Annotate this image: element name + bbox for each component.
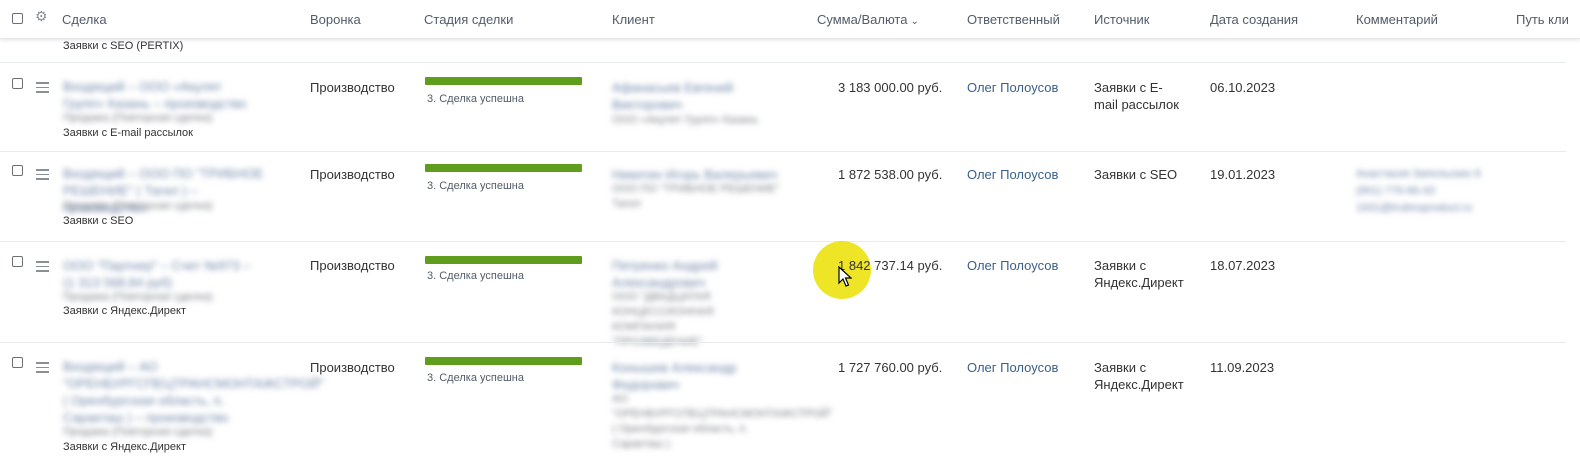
mouse-cursor-icon: [838, 266, 852, 287]
responsible-link[interactable]: Олег Полоусов: [967, 79, 1058, 96]
row-checkbox[interactable]: [12, 357, 23, 368]
gear-icon[interactable]: ⚙: [35, 9, 48, 23]
row-divider: [0, 62, 1580, 63]
stage-label: 3. Сделка успешна: [427, 372, 524, 384]
client-company: ООО «Акулят Групп» Казань: [612, 114, 759, 126]
funnel-value: Производство: [310, 360, 395, 375]
column-header-path[interactable]: Путь кли: [1516, 12, 1569, 27]
column-header-amount[interactable]: Сумма/Валюта ⌄: [817, 12, 919, 27]
amount-value: 1 872 538.00 руб.: [838, 167, 943, 182]
funnel-value: Производство: [310, 167, 395, 182]
deal-source: Заявки с Яндекс.Директ: [63, 305, 186, 317]
row-checkbox[interactable]: [12, 165, 23, 176]
created-date: 06.10.2023: [1210, 80, 1276, 95]
deal-title-link[interactable]: Входящий – АО "ОРЕНБУРГСПЕЦТРАНСМОНТАЖСТ…: [63, 358, 324, 426]
drag-handle-icon[interactable]: [36, 169, 49, 183]
row-divider: [0, 342, 1580, 343]
column-header-created[interactable]: Дата создания: [1210, 12, 1298, 27]
select-all-checkbox[interactable]: [12, 13, 23, 24]
deal-source: Заявки с E-mail рассылок: [63, 127, 193, 139]
deal-meta: Продажа (Повторная сделка): [63, 112, 213, 124]
chevron-down-icon[interactable]: ⌄: [910, 16, 918, 27]
right-edge-shadow: [1566, 40, 1580, 467]
funnel-value: Производство: [310, 80, 395, 95]
stage-label: 3. Сделка успешна: [427, 93, 524, 105]
drag-handle-icon[interactable]: [36, 362, 49, 376]
client-company: АО "ОРЕНБУРГСПЕЦТРАНСМОНТАЖСТРОЙ" ( Орен…: [612, 393, 833, 450]
row-checkbox[interactable]: [12, 78, 23, 89]
created-date: 19.01.2023: [1210, 167, 1276, 182]
stage-progress-bar[interactable]: [425, 164, 582, 172]
client-name-link[interactable]: Афанасьев Евгений Викторович: [612, 79, 752, 113]
responsible-link[interactable]: Олег Полоусов: [967, 359, 1058, 376]
source-value: Заявки с SEO: [1094, 167, 1178, 182]
stage-label: 3. Сделка успешна: [427, 180, 524, 192]
column-header-amount-label: Сумма/Валюта: [817, 12, 908, 27]
stage-progress-bar[interactable]: [425, 256, 582, 264]
column-header-funnel[interactable]: Воронка: [310, 12, 361, 27]
column-header-comment[interactable]: Комментарий: [1356, 12, 1438, 27]
deal-meta: Продажа (Повторная сделка): [63, 426, 213, 438]
column-header-client[interactable]: Клиент: [612, 12, 655, 27]
amount-value: 3 183 000.00 руб.: [838, 80, 943, 95]
comment-value: Анастасия Запольских 8 (901) 776-66-43 1…: [1356, 168, 1481, 214]
row-checkbox[interactable]: [12, 256, 23, 267]
amount-value: 1 727 760.00 руб.: [838, 360, 943, 375]
deal-source: Заявки с SEO: [63, 215, 134, 227]
stage-progress-bar[interactable]: [425, 357, 582, 365]
row-divider: [0, 241, 1580, 242]
deal-source: Заявки с Яндекс.Директ: [63, 441, 186, 453]
client-name-link[interactable]: Конышев Александр Федорович: [612, 359, 742, 393]
column-header-stage[interactable]: Стадия сделки: [424, 12, 513, 27]
deal-title-link[interactable]: ООО "Партнер" – Счет №973 – (1 313 568,8…: [63, 257, 258, 291]
source-value: Заявки с Яндекс.Директ: [1094, 258, 1184, 290]
row-divider: [0, 151, 1580, 152]
client-company: ООО ПО "ТРИБНОЕ РЕШЕНИЕ": [612, 183, 780, 195]
client-name-link[interactable]: Никитин Игорь Валерьевич: [612, 166, 792, 183]
column-header-source[interactable]: Источник: [1094, 12, 1150, 27]
client-name-link[interactable]: Петренко Андрей Александрович: [612, 257, 732, 291]
stage-label: 3. Сделка успешна: [427, 270, 524, 282]
partial-row-source: Заявки с SEO (PERTIX): [63, 40, 184, 52]
table-header: ⚙ Сделка Воронка Стадия сделки Клиент Су…: [0, 0, 1580, 39]
deal-meta: Продажа (Повторная сделка): [63, 291, 213, 303]
stage-progress-bar[interactable]: [425, 77, 582, 85]
responsible-link[interactable]: Олег Полоусов: [967, 166, 1058, 183]
responsible-link[interactable]: Олег Полоусов: [967, 257, 1058, 274]
source-value: Заявки с Яндекс.Директ: [1094, 360, 1184, 392]
drag-handle-icon[interactable]: [36, 82, 49, 96]
created-date: 11.09.2023: [1210, 360, 1275, 375]
deal-meta: Продажа (Повторная сделка): [63, 200, 213, 212]
drag-handle-icon[interactable]: [36, 261, 49, 275]
source-value: Заявки с E-mail рассылок: [1094, 80, 1179, 112]
funnel-value: Производство: [310, 258, 395, 273]
created-date: 18.07.2023: [1210, 258, 1276, 273]
column-header-responsible[interactable]: Ответственный: [967, 12, 1060, 27]
deal-title-link[interactable]: Входящий – ООО «Акулят Групп» Казань – п…: [63, 78, 263, 112]
client-extra: Тагил: [612, 198, 641, 210]
client-company: ООО "ДВАДЦАТАЯ КОНЦЕССИОННАЯ КОМПАНИЯ "П…: [612, 291, 714, 348]
column-header-deal[interactable]: Сделка: [62, 12, 107, 27]
amount-value: 1 842 737.14 руб.: [838, 258, 943, 273]
